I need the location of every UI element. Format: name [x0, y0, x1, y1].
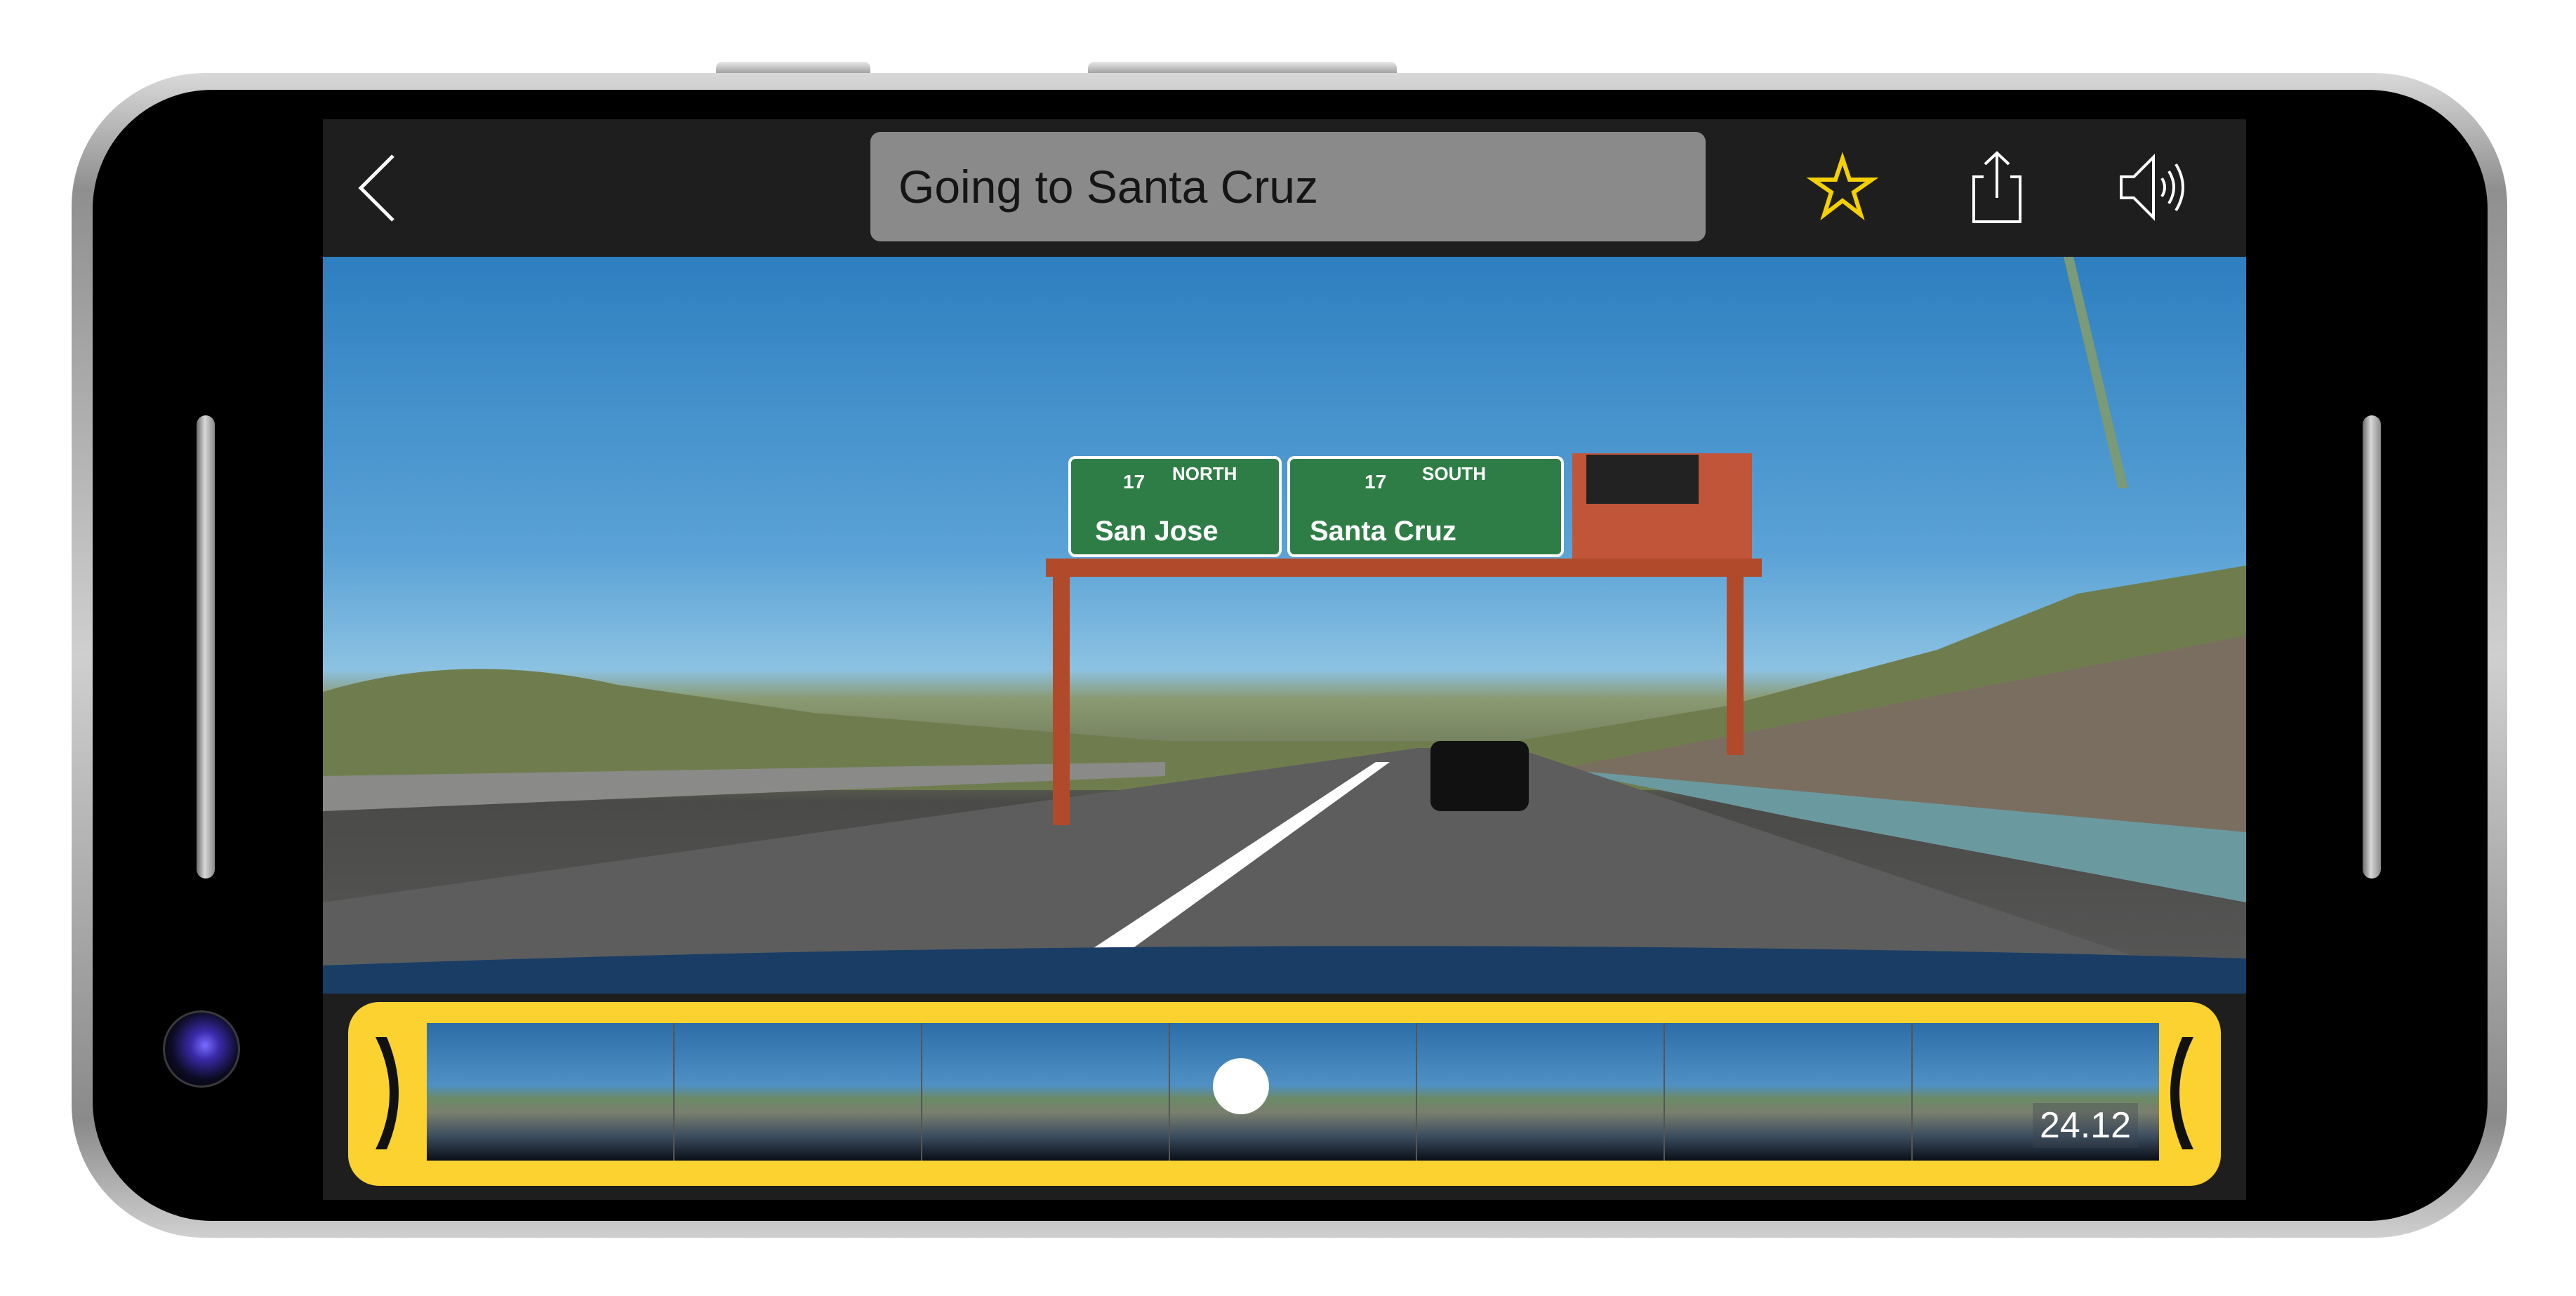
sign-1-destination: San Jose	[1095, 516, 1219, 547]
speaker-grille-right	[2363, 415, 2381, 879]
chevron-right-icon	[376, 1037, 399, 1149]
video-title-field[interactable]: Going to Santa Cruz	[870, 132, 1706, 241]
trim-handle-right[interactable]	[2148, 1030, 2211, 1156]
sound-button[interactable]	[2117, 149, 2194, 226]
front-camera	[163, 1010, 240, 1088]
timeline-area: 24.12	[323, 994, 2246, 1200]
thumbnail[interactable]	[922, 1023, 1170, 1161]
sign-1-direction: NORTH	[1172, 463, 1237, 484]
sign-2-route: 17	[1365, 471, 1386, 493]
speaker-grille-left	[197, 415, 215, 879]
share-icon	[1972, 151, 2021, 223]
favorite-button[interactable]	[1804, 149, 1881, 226]
sign-2-direction: SOUTH	[1422, 463, 1486, 484]
thumbnail[interactable]: 24.12	[1913, 1023, 2159, 1161]
trim-handle-left[interactable]	[358, 1030, 421, 1156]
back-button[interactable]	[351, 153, 414, 223]
thumbnail[interactable]	[1665, 1023, 1913, 1161]
app-screen: Going to Santa Cruz 17 NORTH San Jose 17…	[323, 119, 2246, 1200]
playhead[interactable]	[1213, 1058, 1269, 1114]
chevron-left-icon	[358, 154, 394, 222]
thumbnail[interactable]	[674, 1023, 922, 1161]
top-bar: Going to Santa Cruz	[323, 119, 2246, 257]
share-button[interactable]	[1958, 149, 2036, 226]
chevron-left-icon	[2170, 1037, 2193, 1149]
thumbnail[interactable]	[1417, 1023, 1666, 1161]
sign-1-route: 17	[1123, 471, 1145, 493]
star-icon	[1806, 152, 1879, 221]
thumbnail-strip[interactable]: 24.12	[427, 1023, 2159, 1161]
video-title: Going to Santa Cruz	[898, 161, 1318, 213]
thumbnail[interactable]	[1169, 1023, 1418, 1161]
thumbnail[interactable]	[427, 1023, 675, 1161]
video-player[interactable]: 17 NORTH San Jose 17 SOUTH Santa Cruz	[323, 257, 2246, 994]
timeline-scrubber[interactable]: 24.12	[348, 1002, 2221, 1186]
current-time-label: 24.12	[2032, 1103, 2139, 1148]
video-frame: 17 NORTH San Jose 17 SOUTH Santa Cruz	[323, 257, 2246, 994]
speaker-icon	[2120, 154, 2184, 221]
sign-2-destination: Santa Cruz	[1310, 516, 1456, 547]
